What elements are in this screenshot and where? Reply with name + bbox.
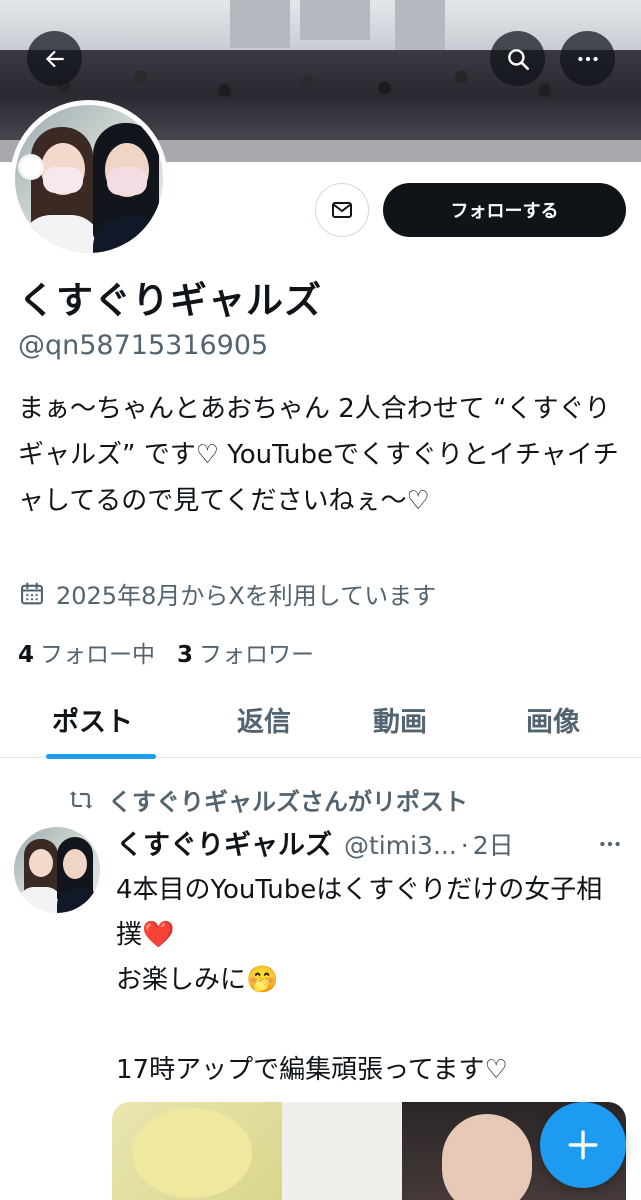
- search-icon: [507, 48, 529, 70]
- avatar-person-face: [63, 849, 87, 879]
- follow-stats: 4 フォロー中 3 フォロワー: [18, 635, 314, 669]
- post-timestamp[interactable]: 2日: [473, 826, 514, 862]
- repost-indicator[interactable]: くすぐりギャルズさんがリポスト: [66, 782, 468, 817]
- followers-label: フォロワー: [199, 642, 315, 668]
- avatar-person-mask: [107, 167, 147, 195]
- active-tab-indicator: [46, 754, 156, 759]
- post-more-button[interactable]: [592, 826, 628, 862]
- profile-display-name: くすぐりギャルズ: [18, 279, 322, 322]
- back-button[interactable]: [27, 31, 82, 86]
- avatar-person-body: [93, 217, 163, 253]
- profile-tabs: ポスト 返信 動画 画像: [0, 690, 641, 759]
- search-button[interactable]: [490, 31, 545, 86]
- avatar-person-body: [21, 215, 101, 253]
- following-link[interactable]: 4 フォロー中: [18, 635, 155, 669]
- media-person: [442, 1114, 532, 1200]
- media-plush-toy: [132, 1108, 252, 1198]
- post-author-handle[interactable]: @timi3...: [344, 831, 457, 860]
- joined-date-text: 2025年8月からXを利用しています: [56, 582, 437, 610]
- post-author-avatar[interactable]: [14, 827, 100, 913]
- post-separator: ·: [460, 831, 469, 860]
- follow-button[interactable]: フォローする: [383, 183, 626, 237]
- avatar-person-mask: [43, 167, 83, 193]
- avatar-hair-flower: [21, 157, 41, 177]
- message-button[interactable]: [315, 183, 369, 237]
- more-horizontal-icon: [600, 841, 620, 847]
- compose-button[interactable]: [540, 1102, 626, 1188]
- tab-images[interactable]: 画像: [526, 700, 580, 739]
- avatar-person-body: [18, 887, 62, 913]
- post-text: 4本目のYouTubeはくすぐりだけの女子相撲❤️ お楽しみに🤭 17時アップで…: [116, 875, 603, 1085]
- profile-avatar[interactable]: [10, 100, 168, 258]
- plus-icon: [568, 1130, 598, 1160]
- tab-posts[interactable]: ポスト: [52, 700, 133, 739]
- avatar-person-face: [29, 849, 53, 877]
- repost-icon: [69, 790, 93, 809]
- more-options-button[interactable]: [560, 31, 615, 86]
- following-label: フォロー中: [40, 642, 156, 668]
- tab-videos[interactable]: 動画: [373, 700, 427, 739]
- profile-bio: まぁ〜ちゃんとあおちゃん 2人合わせて “くすぐりギャルズ” です♡ YouTu…: [18, 394, 619, 516]
- avatar-person-body: [57, 889, 100, 913]
- followers-link[interactable]: 3 フォロワー: [177, 635, 314, 669]
- followers-count: 3: [177, 642, 194, 668]
- more-horizontal-icon: [577, 56, 598, 61]
- media-middle-panel: [282, 1102, 402, 1200]
- banner-building: [230, 0, 290, 48]
- banner-building: [395, 0, 445, 52]
- mail-icon: [332, 202, 352, 218]
- arrow-left-icon: [45, 50, 64, 67]
- post-author-name[interactable]: くすぐりギャルズ: [116, 823, 332, 862]
- post-header: くすぐりギャルズ @timi3... · 2日: [116, 823, 514, 862]
- profile-handle: @qn58715316905: [18, 330, 269, 361]
- repost-label: くすぐりギャルズさんがリポスト: [108, 788, 468, 816]
- following-count: 4: [18, 642, 35, 668]
- profile-joined: 2025年8月からXを利用しています: [18, 576, 436, 611]
- tab-replies[interactable]: 返信: [237, 700, 291, 739]
- calendar-icon: [21, 581, 43, 604]
- banner-building: [300, 0, 370, 40]
